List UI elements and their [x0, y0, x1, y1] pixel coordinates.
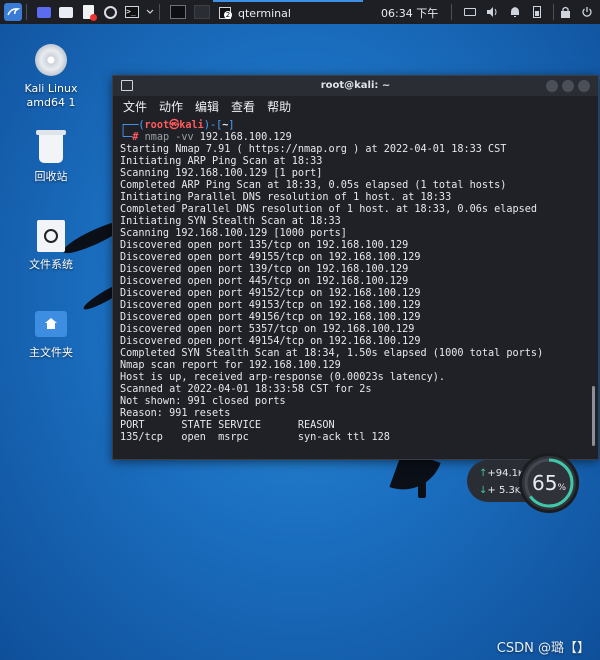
watermark: CSDN @璐【】 [496, 641, 590, 656]
panel-separator [26, 4, 27, 20]
output-line: Completed Parallel DNS resolution of 1 h… [120, 204, 538, 215]
output-line: Discovered open port 139/tcp on 192.168.… [120, 264, 409, 275]
panel-separator [451, 4, 452, 20]
scrollbar[interactable] [592, 386, 595, 446]
output-line: Discovered open port 49152/tcp on 192.16… [120, 288, 421, 299]
output-line: PORT STATE SERVICE REASON [120, 420, 335, 431]
output-line: Scanning 192.168.100.129 [1000 ports] [120, 228, 347, 239]
output-line: Nmap scan report for 192.168.100.129 [120, 360, 341, 371]
menu-file[interactable]: 文件 [123, 98, 147, 115]
power-icon[interactable] [578, 3, 596, 21]
output-line: Starting Nmap 7.91 ( https://nmap.org ) … [120, 144, 507, 155]
window-title: root@kali: ~ [320, 80, 391, 91]
desktop-icon-label: 主文件夹 [29, 346, 73, 359]
command-output: Starting Nmap 7.91 ( https://nmap.org ) … [120, 144, 588, 444]
taskbar-qterminal[interactable]: 2 qterminal [213, 0, 363, 24]
workspace-2-icon[interactable] [192, 3, 212, 21]
desktop-icon-trash[interactable]: 回收站 [16, 130, 86, 184]
task-count-badge: 2 [224, 11, 232, 19]
prompt-line-2: └─# nmap -vv 192.168.100.129 [120, 132, 292, 143]
menu-help[interactable]: 帮助 [267, 98, 291, 115]
menu-actions[interactable]: 动作 [159, 98, 183, 115]
close-button[interactable] [578, 80, 590, 92]
notification-bell-icon[interactable] [506, 3, 524, 21]
output-line: Not shown: 991 closed ports [120, 396, 286, 407]
lock-screen-icon[interactable] [556, 3, 574, 21]
output-line: Scanning 192.168.100.129 [1 port] [120, 168, 323, 179]
output-line: Discovered open port 49155/tcp on 192.16… [120, 252, 421, 263]
menu-view[interactable]: 查看 [231, 98, 255, 115]
maximize-button[interactable] [562, 80, 574, 92]
wallpaper-shape [418, 470, 426, 498]
panel-separator [553, 4, 554, 20]
output-line: Initiating Parallel DNS resolution of 1 … [120, 192, 452, 203]
top-panel: >_ 2 qterminal 06:34 下午 [0, 0, 600, 24]
desktop-icon-filesystem[interactable]: 文件系统 [16, 218, 86, 272]
download-speed: ↓+ 5.3K/s [479, 485, 527, 496]
output-line: Reason: 991 resets [120, 408, 231, 419]
desktop-icon-label: 回收站 [34, 170, 68, 183]
output-line: Completed SYN Stealth Scan at 18:34, 1.5… [120, 348, 544, 359]
usage-gauge[interactable]: 65% [522, 456, 576, 510]
disc-icon [33, 42, 69, 78]
menu-bar: 文件 动作 编辑 查看 帮助 [113, 96, 598, 116]
prompt-line-1: ┌──(root㉿kali)-[~] [120, 120, 235, 131]
terminal-output[interactable]: ┌──(root㉿kali)-[~] └─# nmap -vv 192.168.1… [120, 120, 588, 451]
desktop-icon-label: Kali Linux amd64 1 [24, 82, 78, 109]
window-titlebar[interactable]: root@kali: ~ [113, 76, 598, 96]
output-line: Scanned at 2022-04-01 18:33:58 CST for 2… [120, 384, 372, 395]
output-line: Discovered open port 135/tcp on 192.168.… [120, 240, 409, 251]
chevron-down-icon[interactable] [145, 3, 155, 21]
desktop-icon-label: 文件系统 [29, 258, 73, 271]
output-line: Initiating ARP Ping Scan at 18:33 [120, 156, 323, 167]
terminal-icon[interactable]: >_ [123, 3, 141, 21]
desktop-icon-home-folder[interactable]: 主文件夹 [16, 306, 86, 360]
output-line: 135/tcp open msrpc syn-ack ttl 128 [120, 432, 390, 443]
output-line: Discovered open port 49153/tcp on 192.16… [120, 300, 421, 311]
output-line: Host is up, received arp-response (0.000… [120, 372, 446, 383]
output-line: Discovered open port 49154/tcp on 192.16… [120, 336, 421, 347]
panel-separator [159, 4, 160, 20]
kali-menu-icon[interactable] [4, 3, 22, 21]
qterminal-task-icon: 2 [219, 7, 232, 19]
minimize-button[interactable] [546, 80, 558, 92]
workspace-1-icon[interactable] [168, 3, 188, 21]
battery-icon[interactable] [528, 3, 546, 21]
volume-icon[interactable] [483, 3, 501, 21]
web-browser-icon[interactable] [101, 3, 119, 21]
output-line: Discovered open port 49156/tcp on 192.16… [120, 312, 421, 323]
menu-edit[interactable]: 编辑 [195, 98, 219, 115]
trash-icon [33, 130, 69, 166]
output-line: Discovered open port 445/tcp on 192.168.… [120, 276, 409, 287]
desktop-icon-kali-disc[interactable]: Kali Linux amd64 1 [16, 42, 86, 110]
usage-percent: 65% [531, 471, 566, 495]
terminal-window[interactable]: root@kali: ~ 文件 动作 编辑 查看 帮助 ┌──(root㉿kal… [112, 75, 599, 460]
show-desktop-icon[interactable] [35, 3, 53, 21]
output-line: Discovered open port 5357/tcp on 192.168… [120, 324, 415, 335]
hard-drive-icon [33, 218, 69, 254]
home-folder-icon [33, 306, 69, 342]
output-line: Completed ARP Ping Scan at 18:33, 0.05s … [120, 180, 507, 191]
panel-clock[interactable]: 06:34 下午 [381, 5, 438, 21]
output-line: Initiating SYN Stealth Scan at 18:33 [120, 216, 341, 227]
keyboard-icon[interactable] [461, 3, 479, 21]
task-title: qterminal [238, 6, 291, 20]
file-manager-icon[interactable] [57, 3, 75, 21]
text-editor-icon[interactable] [79, 3, 97, 21]
